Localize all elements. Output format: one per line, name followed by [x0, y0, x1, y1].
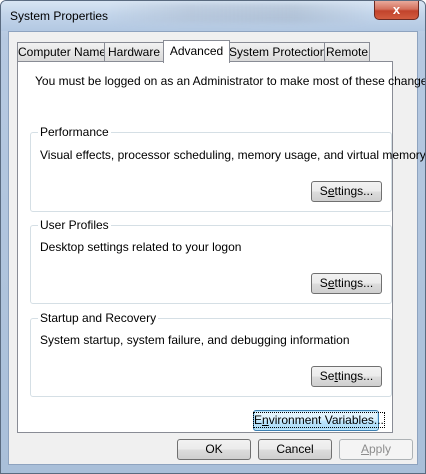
button-text: ttings...: [334, 276, 374, 290]
button-text: S: [319, 276, 328, 290]
button-mnemonic: n: [262, 413, 269, 427]
button-text: vironment Variables...: [268, 413, 384, 427]
tab-label: Advanced: [169, 44, 224, 58]
apply-button[interactable]: Apply: [339, 439, 413, 460]
environment-variables-button[interactable]: Environment Variables...: [253, 410, 385, 431]
close-button[interactable]: x: [374, 1, 419, 20]
dialog-client-area: Computer Name Hardware Advanced System P…: [8, 31, 425, 465]
startup-recovery-group: Startup and Recovery System startup, sys…: [30, 311, 392, 397]
button-text: E: [254, 413, 263, 427]
startup-recovery-settings-button[interactable]: Settings...: [311, 366, 382, 387]
ok-button[interactable]: OK: [177, 439, 251, 460]
button-text: pply: [369, 442, 392, 456]
startup-recovery-group-label: Startup and Recovery: [38, 311, 159, 325]
button-text: Se: [319, 369, 335, 383]
button-mnemonic: e: [327, 184, 335, 198]
performance-group: Performance Visual effects, processor sc…: [30, 125, 425, 212]
tab-label: System Protection: [229, 45, 327, 59]
performance-description: Visual effects, processor scheduling, me…: [40, 148, 426, 162]
startup-recovery-description: System startup, system failure, and debu…: [40, 333, 350, 347]
tab-system-protection[interactable]: System Protection: [228, 42, 327, 61]
button-focus-outline: Environment Variables...: [253, 412, 385, 428]
close-icon: x: [392, 2, 401, 17]
tab-label: Remote: [325, 45, 369, 59]
admin-notice: You must be logged on as an Administrato…: [35, 74, 426, 88]
user-profiles-settings-button[interactable]: Settings...: [311, 273, 382, 294]
tab-label: Hardware: [107, 45, 161, 59]
tab-advanced[interactable]: Advanced: [163, 40, 230, 63]
performance-settings-button[interactable]: Settings...: [311, 181, 382, 202]
button-mnemonic: A: [360, 442, 369, 456]
cancel-button[interactable]: Cancel: [258, 439, 332, 460]
title-bar[interactable]: System Properties x: [1, 1, 425, 31]
button-mnemonic: e: [327, 276, 335, 290]
advanced-tab-panel: You must be logged on as an Administrato…: [17, 61, 425, 433]
user-profiles-group-label: User Profiles: [38, 218, 111, 232]
tab-remote[interactable]: Remote: [324, 42, 370, 61]
performance-group-label: Performance: [38, 125, 111, 139]
user-profiles-description: Desktop settings related to your logon: [40, 240, 242, 254]
button-text: tings...: [337, 369, 374, 383]
tab-label: Computer Name: [18, 45, 107, 59]
tab-hardware[interactable]: Hardware: [104, 42, 164, 61]
button-text: S: [319, 184, 328, 198]
title-bar-blur: [111, 3, 371, 23]
user-profiles-group: User Profiles Desktop settings related t…: [30, 218, 392, 304]
tab-computer-name[interactable]: Computer Name: [17, 42, 107, 61]
button-text: ttings...: [334, 184, 374, 198]
system-properties-window: System Properties x Computer Name Hardwa…: [0, 0, 426, 474]
window-title: System Properties: [10, 9, 109, 23]
